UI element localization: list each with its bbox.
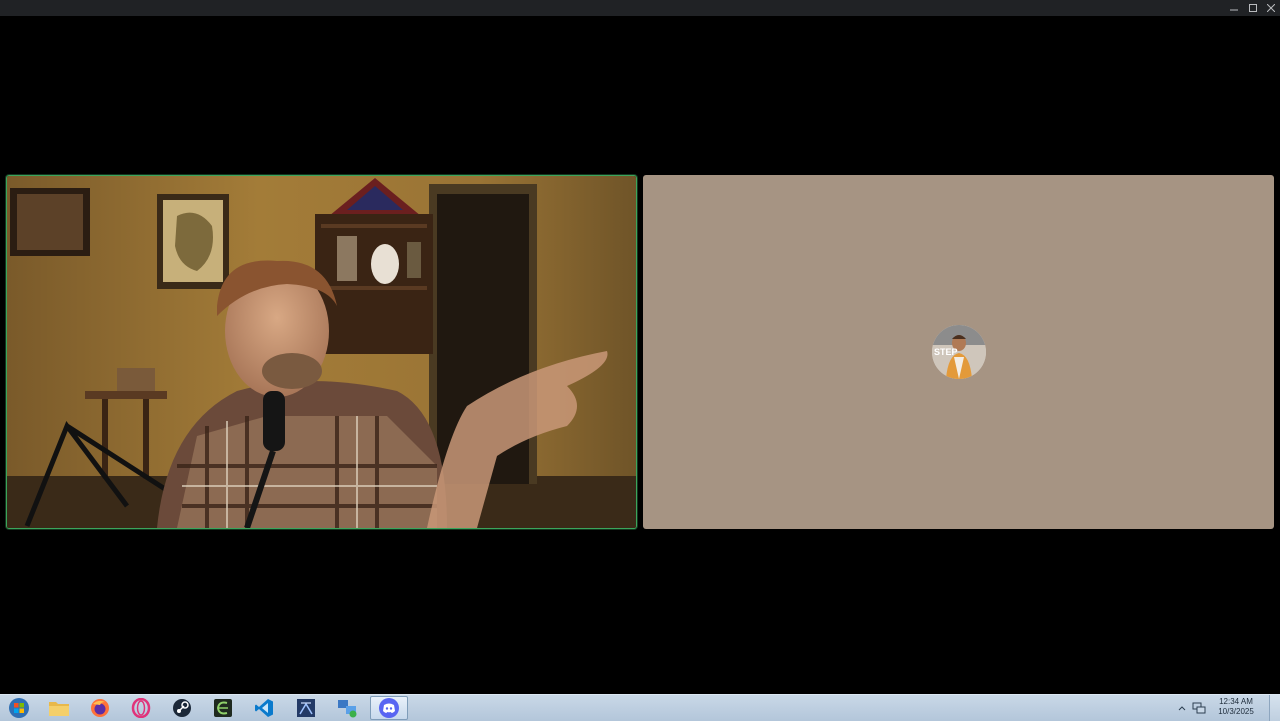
taskbar-steam[interactable] (163, 696, 201, 720)
maximize-button[interactable] (1244, 0, 1262, 16)
taskbar-ssms[interactable] (287, 696, 325, 720)
taskbar-network-app[interactable] (328, 696, 366, 720)
participant-video-tile[interactable] (6, 175, 637, 529)
clock-date: 10/3/2025 (1218, 707, 1254, 716)
taskbar-clock[interactable]: 12:34 AM 10/3/2025 (1208, 697, 1264, 717)
avatar-image: STEP (932, 325, 986, 379)
windows-logo-icon (9, 698, 29, 718)
start-button[interactable] (0, 696, 38, 720)
taskbar-opera[interactable] (122, 696, 160, 720)
participant-audio-tile[interactable]: STEP (643, 175, 1274, 529)
network-status-icon[interactable] (1192, 702, 1206, 714)
show-desktop-button[interactable] (1269, 695, 1280, 721)
firefox-icon (91, 699, 109, 717)
show-hidden-icons-icon[interactable] (1178, 705, 1186, 711)
webcam-video (7, 176, 636, 528)
maximize-icon (1249, 4, 1257, 12)
close-button[interactable] (1262, 0, 1280, 16)
minimize-button[interactable] (1225, 0, 1243, 16)
taskbar-discord[interactable] (370, 696, 408, 720)
taskbar-green-app[interactable] (204, 696, 242, 720)
discord-icon (379, 698, 399, 718)
system-tray: 12:34 AM 10/3/2025 (1170, 695, 1280, 721)
network-icon (338, 700, 357, 718)
clock-time: 12:34 AM (1219, 697, 1253, 706)
green-app-icon (214, 699, 232, 717)
title-bar (0, 0, 1280, 16)
taskbar-file-explorer[interactable] (40, 696, 78, 720)
participant-avatar[interactable]: STEP (932, 325, 986, 379)
opera-icon (131, 698, 151, 718)
folder-icon (49, 702, 69, 716)
avatar-caption: STEP (934, 347, 958, 357)
minimize-icon (1230, 9, 1238, 11)
taskbar-vscode[interactable] (245, 696, 283, 720)
steam-icon (173, 699, 191, 717)
taskbar-firefox[interactable] (81, 696, 119, 720)
close-icon (1267, 4, 1275, 12)
taskbar: 12:34 AM 10/3/2025 (0, 694, 1280, 721)
call-stage: STEP (0, 16, 1280, 694)
vscode-icon (255, 699, 273, 717)
ssms-icon (297, 699, 315, 717)
